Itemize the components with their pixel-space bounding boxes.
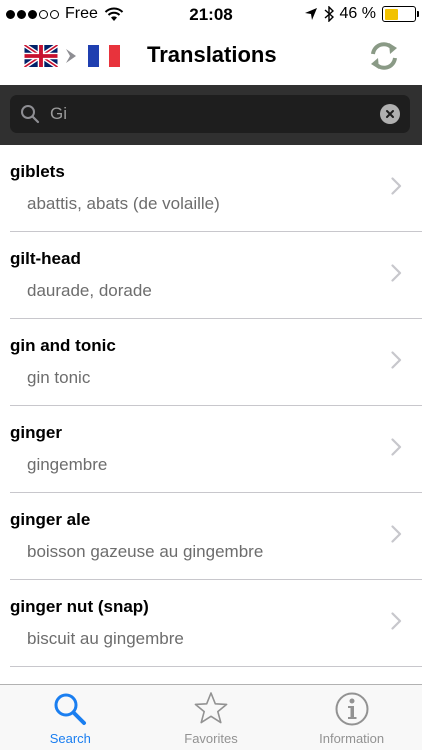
tab-favorites[interactable]: Favorites: [141, 685, 282, 750]
chevron-right-icon: [391, 525, 402, 543]
location-arrow-icon: [304, 8, 317, 20]
clear-search-button[interactable]: [380, 104, 400, 124]
result-term: gin and tonic: [10, 336, 116, 355]
result-term: giblets: [10, 162, 65, 181]
tab-label-information: Information: [319, 731, 385, 746]
search-bar: [0, 85, 422, 145]
search-icon: [21, 105, 40, 124]
uk-flag-icon[interactable]: [24, 45, 58, 67]
tab-search[interactable]: Search: [0, 685, 141, 750]
battery-level: [384, 8, 398, 20]
tab-information[interactable]: Information: [281, 685, 422, 750]
tab-label-search: Search: [49, 731, 91, 746]
result-term: ginger ale: [10, 510, 91, 529]
chevron-right-icon: [391, 177, 402, 195]
battery-percent: 46 %: [339, 5, 376, 22]
status-bar: Free 21:08 46 %: [0, 0, 422, 30]
result-row[interactable]: ginger ale boisson gazeuse au gingembre: [10, 493, 422, 580]
tab-bar: Search Favorites Information: [0, 684, 422, 750]
info-icon: [335, 692, 369, 726]
result-row[interactable]: ginger gingembre: [10, 406, 422, 493]
result-translation: gingembre: [27, 455, 108, 474]
result-row[interactable]: ginger nut (snap) biscuit au gingembre: [10, 580, 422, 667]
nav-bar: Translations: [0, 30, 422, 85]
clear-icon: [386, 110, 394, 118]
search-input[interactable]: [50, 104, 380, 124]
search-field[interactable]: [10, 95, 410, 133]
result-translation: abattis, abats (de volaille): [27, 194, 220, 213]
tab-label-favorites: Favorites: [184, 731, 238, 746]
status-right: 46 %: [304, 5, 419, 23]
swap-arrows-icon: [371, 42, 397, 70]
chevron-right-icon: [391, 264, 402, 282]
chevron-right-icon: [391, 351, 402, 369]
result-translation: biscuit au gingembre: [27, 629, 184, 648]
results-list: giblets abattis, abats (de volaille) gil…: [0, 145, 422, 684]
result-translation: gin tonic: [27, 368, 91, 387]
result-row[interactable]: giblets abattis, abats (de volaille): [10, 145, 422, 232]
bluetooth-icon: [324, 6, 334, 22]
page-title: Translations: [147, 42, 277, 67]
chevron-right-icon: [66, 49, 76, 63]
swap-languages-button[interactable]: [366, 38, 402, 74]
result-term: ginger: [10, 423, 62, 442]
result-row[interactable]: gin and tonic gin tonic: [10, 319, 422, 406]
france-flag-icon[interactable]: [88, 45, 121, 67]
search-icon: [54, 693, 87, 725]
result-row[interactable]: gingerbread: [10, 667, 422, 684]
chevron-right-icon: [391, 438, 402, 456]
result-term: gilt-head: [10, 249, 81, 268]
star-icon: [194, 692, 228, 724]
result-row[interactable]: gilt-head daurade, dorade: [10, 232, 422, 319]
chevron-right-icon: [391, 612, 402, 630]
result-translation: daurade, dorade: [27, 281, 152, 300]
result-term: ginger nut (snap): [10, 597, 149, 616]
battery-icon: [382, 6, 419, 22]
result-translation: boisson gazeuse au gingembre: [27, 542, 264, 561]
